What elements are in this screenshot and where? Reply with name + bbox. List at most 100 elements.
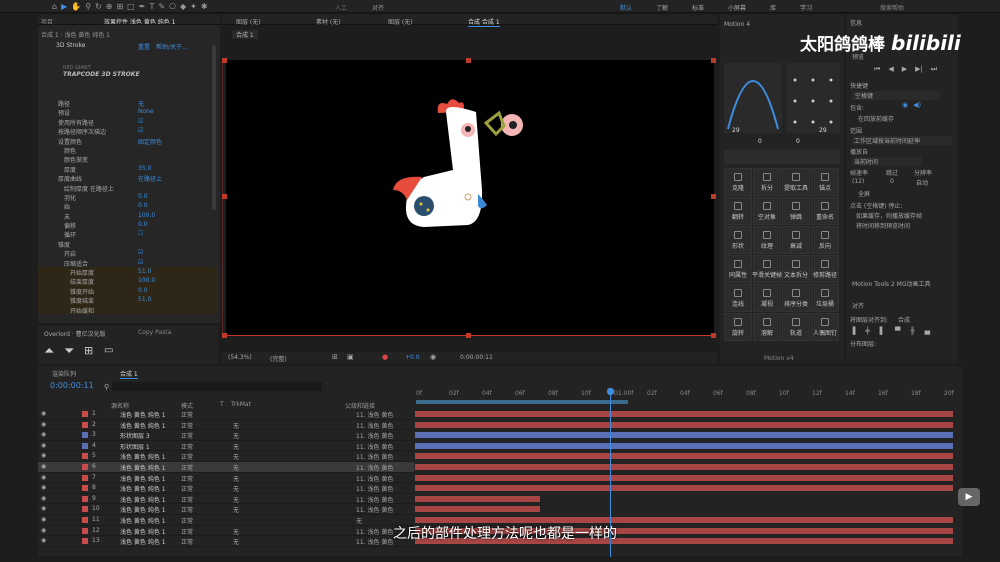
fx-property-value[interactable]: ☑ <box>138 127 143 134</box>
layer-color-swatch[interactable] <box>82 474 88 481</box>
motion-tool-button[interactable]: 同属性 <box>724 255 752 283</box>
overlord-grid-icon[interactable]: ⊞ <box>84 344 93 357</box>
search-help-input[interactable]: 搜索帮助 <box>880 3 904 12</box>
handle-br[interactable] <box>711 333 716 338</box>
layer-trkmat-dropdown[interactable]: 无 <box>233 495 239 504</box>
layer-name[interactable]: 浅色 黄色 纯色 1 <box>120 495 166 504</box>
layer-mode-dropdown[interactable]: 正常 <box>181 537 193 546</box>
fullscreen-check[interactable]: 全屏 <box>858 189 870 198</box>
search-layers-input[interactable] <box>112 382 322 391</box>
layer-mode-dropdown[interactable]: 正常 <box>181 431 193 440</box>
motion-tool-button[interactable]: 修剪路径 <box>811 255 839 283</box>
play-from-dropdown[interactable]: 当前时间 <box>852 157 922 166</box>
play-icon[interactable]: ▶ <box>902 65 907 74</box>
stamp-tool-icon[interactable]: ⎔ <box>169 2 176 11</box>
mask-icon[interactable]: ▣ <box>347 353 354 361</box>
roto-tool-icon[interactable]: ✦ <box>190 2 197 11</box>
layer-name[interactable]: 浅色 黄色 纯色 1 <box>120 452 166 461</box>
fx-property-row[interactable]: 预设 None <box>38 107 218 117</box>
anchor-grid[interactable] <box>786 63 840 133</box>
fx-property-row[interactable]: 使用所有路径 ☑ <box>38 117 218 127</box>
fx-property-value[interactable]: 100.0 <box>138 212 155 219</box>
overlord-push-icon[interactable]: ⏶ <box>44 344 54 359</box>
tab-copy-pasta[interactable]: Copy Pasta <box>138 329 171 336</box>
visibility-eye-icon[interactable]: ◉ <box>41 516 46 523</box>
fps-dropdown[interactable]: (12) <box>852 178 864 185</box>
fx-property-row[interactable]: 压缩适合 ☑ <box>38 258 218 268</box>
zoom-dropdown[interactable]: (54.3%) <box>228 354 252 361</box>
layer-mode-dropdown[interactable]: 正常 <box>181 484 193 493</box>
layer-parent-dropdown[interactable]: 11. 浅色 黄色 <box>356 431 393 440</box>
layer-name[interactable]: 浅色 黄色 纯色 1 <box>120 527 166 536</box>
handle-mr[interactable] <box>711 194 716 199</box>
fx-property-row[interactable]: 锥度结束 51.0 <box>38 295 218 305</box>
tab-effects[interactable]: 效果控件 浅色 黄色 纯色 1 <box>104 17 175 24</box>
layer-parent-dropdown[interactable]: 11. 浅色 黄色 <box>356 474 393 483</box>
comp-canvas[interactable] <box>226 60 714 335</box>
layer-row[interactable]: ◉ 9 浅色 黄色 纯色 1 正常 无 11. 浅色 黄色 <box>38 494 414 505</box>
layer-trkmat-dropdown[interactable]: 无 <box>233 452 239 461</box>
layer-trkmat-dropdown[interactable]: 无 <box>233 527 239 536</box>
layer-parent-dropdown[interactable]: 11. 浅色 黄色 <box>356 452 393 461</box>
visibility-eye-icon[interactable]: ◉ <box>41 484 46 491</box>
range-dropdown[interactable]: 工作区域按当前时间延伸 <box>852 136 952 145</box>
fx-property-row[interactable]: 结束厚度 100.0 <box>38 276 218 286</box>
fx-property-row[interactable]: 绘制厚度 在路径上 <box>38 183 218 193</box>
motion-tool-button[interactable]: 平滑关键帧 <box>752 255 782 283</box>
ease-mid-b[interactable]: 0 <box>796 138 800 145</box>
align-hcenter-icon[interactable]: ╪ <box>865 327 869 335</box>
visibility-eye-icon[interactable]: ◉ <box>41 527 46 534</box>
visibility-eye-icon[interactable]: ◉ <box>41 495 46 502</box>
layer-row[interactable]: ◉ 5 浅色 黄色 纯色 1 正常 无 11. 浅色 黄色 <box>38 451 414 462</box>
prev-frame-icon[interactable]: ◀ <box>888 65 893 74</box>
fx-property-row[interactable]: 锥度开始 0.0 <box>38 285 218 296</box>
home-icon[interactable]: ⌂ <box>52 2 57 11</box>
tab-layer[interactable]: 图层 (无) <box>236 17 261 26</box>
rect-tool-icon[interactable]: □ <box>127 2 135 11</box>
shortcut-dropdown[interactable]: 空格键 <box>852 91 940 100</box>
layer-trkmat-dropdown[interactable]: 无 <box>233 463 239 472</box>
fx-property-row[interactable]: 始 0.0 <box>38 201 218 211</box>
layer-row[interactable]: ◉ 6 浅色 黄色 纯色 1 正常 无 11. 浅色 黄色 <box>38 461 414 473</box>
layer-name[interactable]: 浅色 黄色 纯色 1 <box>120 463 166 472</box>
next-frame-icon[interactable]: ▶| <box>915 65 923 74</box>
visibility-eye-icon[interactable]: ◉ <box>41 537 46 544</box>
fx-property-row[interactable]: 设置颜色 固定颜色 <box>38 136 218 146</box>
pen-tool-icon[interactable]: ✒ <box>139 2 146 11</box>
layer-parent-dropdown[interactable]: 11. 浅色 黄色 <box>356 505 393 514</box>
viewer-timecode[interactable]: 0:00:00:11 <box>460 354 493 361</box>
audio-toggle-icon[interactable]: ◀) <box>913 101 921 109</box>
visibility-eye-icon[interactable]: ◉ <box>41 505 46 512</box>
hand-tool-icon[interactable]: ✋ <box>71 2 81 11</box>
layer-track-bar[interactable] <box>415 506 540 513</box>
ease-in-value[interactable]: 29 <box>732 127 740 134</box>
playhead-handle[interactable] <box>607 388 614 395</box>
fx-property-value[interactable]: ☐ <box>138 230 143 237</box>
visibility-eye-icon[interactable]: ◉ <box>41 463 46 470</box>
fx-property-value[interactable]: ☑ <box>138 118 143 125</box>
cache-before-check[interactable]: 在回放前缓存 <box>858 114 894 123</box>
comp-breadcrumb-label[interactable]: 合成 1 <box>232 30 258 39</box>
layer-color-swatch[interactable] <box>82 527 88 534</box>
fx-plugin-name[interactable]: 3D Stroke <box>56 42 85 49</box>
layer-row[interactable]: ◉ 10 浅色 黄色 纯色 1 正常 无 11. 浅色 黄色 <box>38 504 414 515</box>
selection-tool-icon[interactable]: ▶ <box>61 2 67 11</box>
overlord-screen-icon[interactable]: ▭ <box>104 345 113 356</box>
workspace-study[interactable]: 学习 <box>800 3 812 12</box>
skip-value[interactable]: 0 <box>890 178 894 185</box>
fx-property-value[interactable]: 51.0 <box>138 268 151 275</box>
work-area-bar[interactable] <box>416 400 628 404</box>
fx-property-row[interactable]: 末 100.0 <box>38 211 218 221</box>
eraser-tool-icon[interactable]: ◆ <box>180 2 186 11</box>
fx-property-value[interactable]: 0.0 <box>138 193 148 200</box>
layer-track-bar[interactable] <box>415 464 953 470</box>
align-right-icon[interactable]: ▌ <box>880 327 885 335</box>
exposure-value[interactable]: +0.0 <box>405 354 420 361</box>
align-to-dropdown[interactable]: 合成 <box>898 315 910 324</box>
visibility-eye-icon[interactable]: ◉ <box>41 442 46 449</box>
layer-track-bar[interactable] <box>415 474 953 481</box>
fx-property-value[interactable]: 51.0 <box>138 296 151 303</box>
layer-mode-dropdown[interactable]: 正常 <box>181 474 193 483</box>
layer-mode-dropdown[interactable]: 正常 <box>181 495 193 504</box>
layer-trkmat-dropdown[interactable]: 无 <box>233 537 239 546</box>
